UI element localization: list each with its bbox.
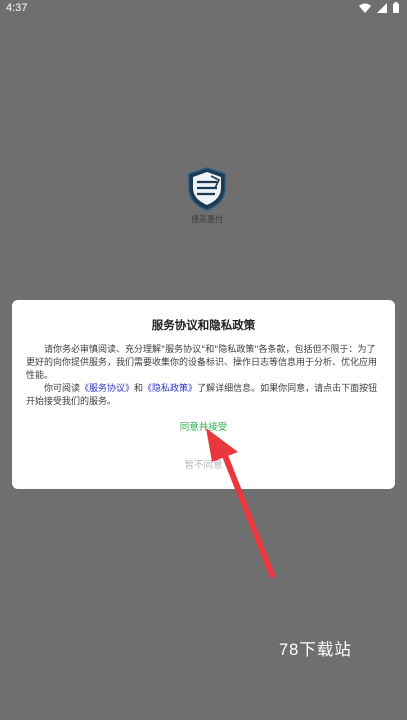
privacy-dialog: 服务协议和隐私政策 请你务必审慎阅读、充分理解"服务协议"和"隐私政策"各条款，…	[12, 300, 395, 489]
agree-button[interactable]: 同意并接受	[12, 419, 395, 433]
battery-icon	[393, 2, 399, 13]
status-bar: 4:37	[0, 0, 407, 20]
dialog-body: 请你务必审慎阅读、充分理解"服务协议"和"隐私政策"各条款，包括但不限于：为了更…	[26, 344, 383, 409]
disagree-button[interactable]: 暂不同意	[12, 457, 395, 471]
status-icons	[359, 2, 399, 13]
shield-logo-icon	[185, 166, 229, 212]
signal-icon	[377, 2, 387, 13]
wifi-icon	[359, 3, 371, 13]
service-agreement-link[interactable]: 《服务协议》	[80, 384, 134, 394]
dialog-paragraph-2: 你可阅读《服务协议》和《隐私政策》了解详细信息。如果你同意，请点击下面按钮开始接…	[26, 383, 383, 409]
privacy-policy-link[interactable]: 《隐私政策》	[143, 384, 197, 394]
dialog-paragraph-1: 请你务必审慎阅读、充分理解"服务协议"和"隐私政策"各条款，包括但不限于：为了更…	[26, 345, 378, 381]
splash-app-name: 侵恶惠付	[191, 215, 223, 224]
dialog-title: 服务协议和隐私政策	[151, 318, 256, 332]
para2-prefix: 你可阅读	[44, 384, 81, 394]
status-time: 4:37	[6, 2, 28, 14]
watermark: 78下载站	[279, 641, 352, 659]
para2-and: 和	[134, 384, 144, 394]
